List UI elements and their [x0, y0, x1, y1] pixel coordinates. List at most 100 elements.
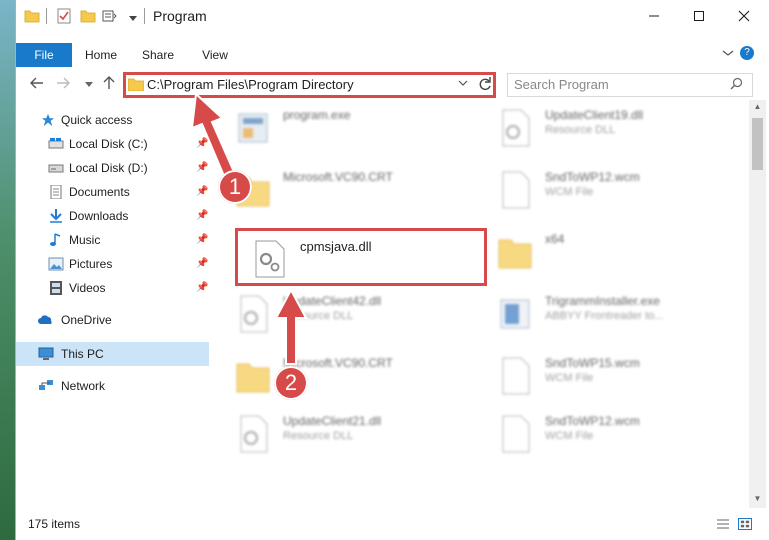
sidebar-item-label: Downloads: [69, 209, 129, 223]
blank-file-icon: [502, 415, 530, 453]
scroll-thumb[interactable]: [752, 118, 763, 170]
cloud-icon: [38, 315, 52, 324]
file-item[interactable]: SndToWP12.wcm WCM File: [483, 406, 723, 462]
pin-icon[interactable]: 📌: [196, 138, 208, 149]
sidebar-item-label: Videos: [69, 281, 106, 295]
documents-icon: [50, 185, 62, 199]
tab-view[interactable]: View: [194, 43, 236, 67]
file-type: Resource DLL: [283, 430, 354, 442]
file-item[interactable]: SndToWP12.wcm WCM File: [483, 162, 723, 218]
folder-icon: [498, 239, 532, 269]
file-item[interactable]: UpdateClient21.dll Resource DLL: [221, 406, 461, 462]
tab-file[interactable]: File: [16, 43, 72, 67]
properties-check-icon[interactable]: [56, 8, 72, 24]
file-item[interactable]: x64: [483, 224, 723, 280]
film-strip-icon: [50, 281, 62, 295]
sidebar-item-documents[interactable]: Documents 📌: [16, 180, 211, 204]
close-button[interactable]: [721, 0, 767, 32]
file-type: Resource DLL: [545, 124, 616, 136]
file-type: WCM File: [545, 186, 594, 198]
sidebar-item-downloads[interactable]: Downloads 📌: [16, 204, 211, 228]
pictures-icon: [48, 257, 64, 271]
sidebar-item-label: Music: [69, 233, 101, 247]
file-item[interactable]: UpdateClient42.dll Resource DLL: [221, 286, 461, 342]
sidebar-item-pictures[interactable]: Pictures 📌: [16, 252, 211, 276]
minimize-button[interactable]: [631, 0, 677, 32]
dll-file-icon: [240, 415, 268, 453]
pin-icon[interactable]: 📌: [196, 162, 208, 173]
recent-locations-chevron-icon[interactable]: [84, 79, 94, 89]
step-badge-1: 1: [218, 170, 252, 204]
file-name: UpdateClient42.dll: [283, 294, 382, 308]
network-icon: [39, 380, 53, 390]
details-view-icon[interactable]: [716, 518, 730, 530]
pin-icon[interactable]: 📌: [196, 234, 208, 245]
music-note-icon: [50, 233, 61, 246]
sidebar-item-network[interactable]: Network: [16, 374, 211, 398]
step-badge-2: 2: [274, 366, 308, 400]
scroll-up-arrow-icon[interactable]: ▲: [749, 102, 766, 111]
sidebar-item-local-disk-d[interactable]: Local Disk (D:) 📌: [16, 156, 211, 180]
sidebar-item-label: Network: [61, 379, 106, 393]
dll-file-icon: [240, 295, 268, 333]
sidebar-item-label: Local Disk (C:): [69, 137, 148, 151]
scroll-down-arrow-icon[interactable]: ▼: [749, 494, 766, 503]
vertical-scrollbar[interactable]: ▲ ▼: [749, 100, 766, 508]
search-icon[interactable]: [730, 77, 743, 90]
tab-home[interactable]: Home: [78, 43, 124, 67]
download-arrow-icon: [50, 209, 62, 223]
file-item[interactable]: Microsoft.VC90.CRT: [221, 162, 461, 218]
file-name: SndToWP12.wcm: [545, 414, 640, 428]
sidebar-item-label: This PC: [61, 347, 104, 361]
toolbar-separator: [46, 8, 47, 24]
file-type: WCM File: [545, 372, 594, 384]
file-type: WCM File: [545, 430, 594, 442]
title-bar: Program: [16, 0, 769, 32]
address-bar-highlight: [123, 72, 496, 98]
help-icon[interactable]: ?: [740, 46, 754, 60]
sidebar-item-local-disk-c[interactable]: Local Disk (C:) 📌: [16, 132, 211, 156]
new-folder-icon[interactable]: [80, 8, 96, 24]
sidebar-item-label: Pictures: [69, 257, 113, 271]
dll-file-icon: [502, 109, 530, 147]
customize-toolbar-chevron-icon[interactable]: [128, 10, 138, 26]
forward-arrow-icon[interactable]: [56, 76, 70, 90]
pin-icon[interactable]: 📌: [196, 210, 208, 221]
target-file-highlight: [235, 228, 487, 286]
maximize-icon: [694, 11, 704, 21]
file-item[interactable]: program.exe: [221, 100, 461, 156]
file-name: program.exe: [283, 108, 351, 122]
file-item[interactable]: UpdateClient19.dll Resource DLL: [483, 100, 723, 156]
computer-icon: [38, 347, 54, 360]
expand-ribbon-chevron-icon[interactable]: [722, 48, 734, 58]
sidebar-item-quick-access[interactable]: Quick access: [16, 108, 211, 132]
pin-icon[interactable]: 📌: [196, 258, 208, 269]
rename-icon[interactable]: [102, 8, 118, 24]
large-icons-view-icon[interactable]: [738, 518, 752, 530]
file-explorer-window: Program File Home Share View ? C:\Progra…: [16, 0, 769, 540]
file-type: Resource DLL: [283, 310, 354, 322]
sidebar-item-this-pc[interactable]: This PC: [16, 342, 209, 366]
pin-icon[interactable]: 📌: [196, 186, 208, 197]
back-arrow-icon[interactable]: [30, 76, 44, 90]
drive-icon: [48, 164, 64, 173]
folder-icon: [236, 363, 270, 393]
sidebar-item-onedrive[interactable]: OneDrive: [16, 308, 211, 332]
file-list: program.exe UpdateClient19.dll Resource …: [221, 100, 749, 508]
file-name: SndToWP15.wcm: [545, 356, 640, 370]
sidebar-item-music[interactable]: Music 📌: [16, 228, 211, 252]
pin-icon[interactable]: 📌: [196, 282, 208, 293]
sidebar-item-label: Quick access: [61, 113, 133, 127]
file-item[interactable]: SndToWP15.wcm WCM File: [483, 348, 723, 404]
tab-share[interactable]: Share: [134, 43, 182, 67]
item-count: 175 items: [28, 517, 81, 531]
file-item[interactable]: Microsoft.VC90.CRT: [221, 348, 461, 404]
file-item[interactable]: TrigrammInstaller.exe ABBYY Frontreader …: [483, 286, 723, 342]
navigation-bar: C:\Program Files\Program Directory Searc…: [16, 70, 769, 100]
sidebar-item-videos[interactable]: Videos 📌: [16, 276, 211, 300]
maximize-button[interactable]: [676, 0, 722, 32]
sidebar-item-label: OneDrive: [61, 313, 112, 327]
title-separator: [144, 8, 145, 24]
search-input[interactable]: Search Program: [514, 77, 609, 92]
up-arrow-icon[interactable]: [102, 76, 116, 90]
